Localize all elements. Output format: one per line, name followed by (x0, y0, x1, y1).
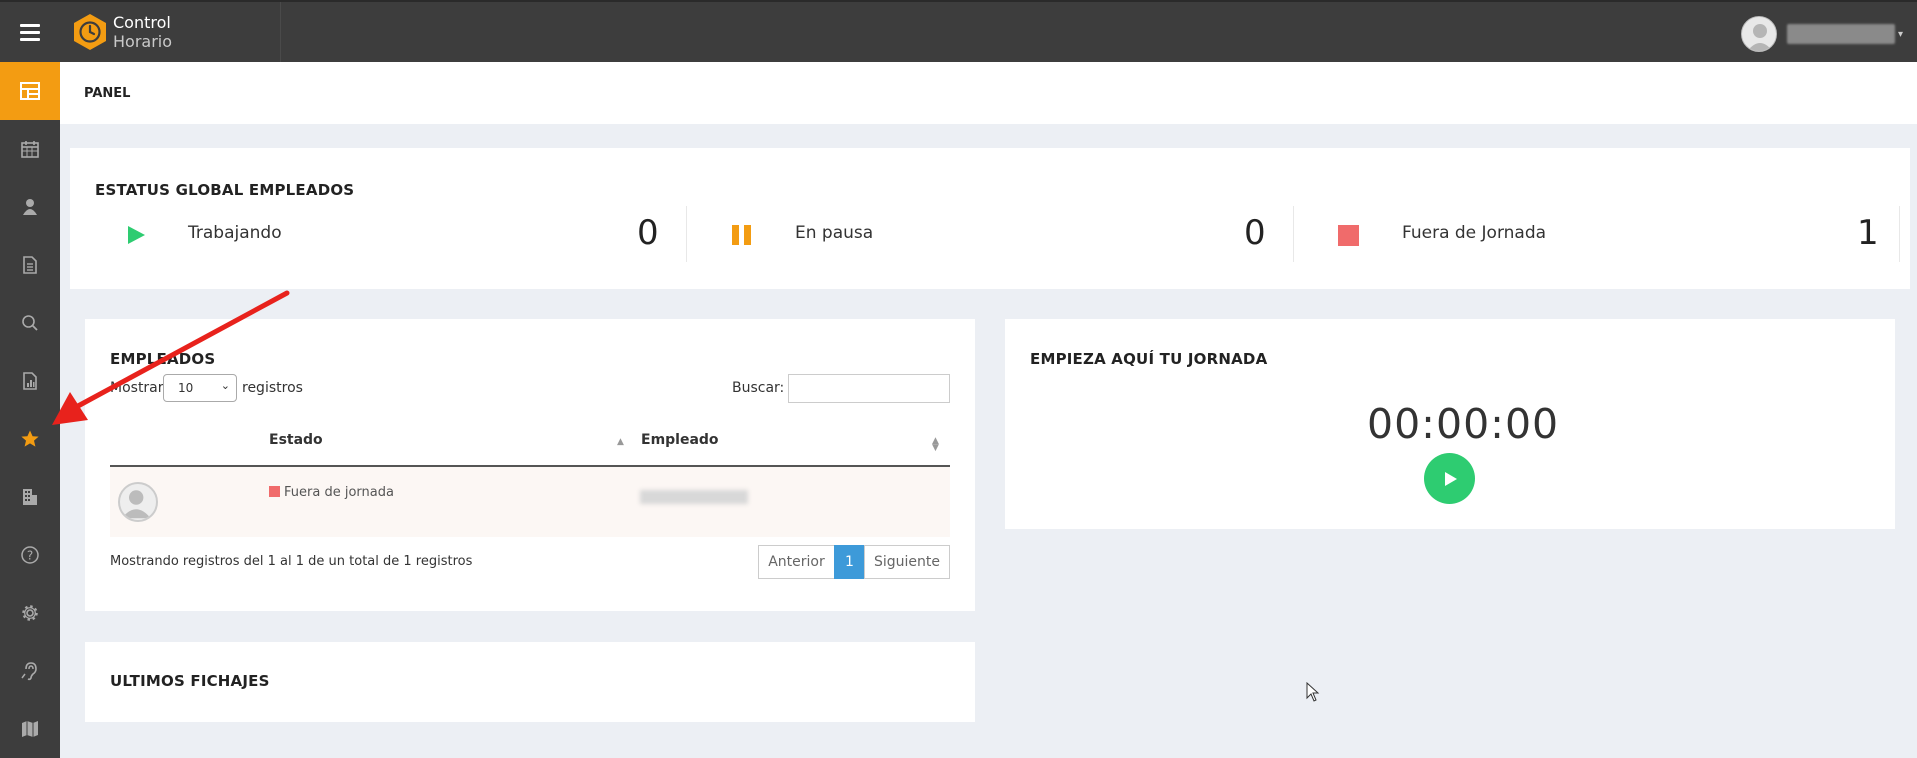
sort-both-icon[interactable]: ▲ ▼ (932, 437, 939, 453)
sidebar-item-search[interactable] (0, 294, 60, 352)
report-icon (23, 372, 37, 390)
status-count-working: 0 (637, 213, 659, 253)
show-label: Mostrar (110, 380, 164, 396)
employee-name-blurred (640, 490, 748, 504)
sidebar-item-company[interactable] (0, 468, 60, 526)
app-logo[interactable]: Control Horario (72, 13, 172, 51)
row-status-label: Fuera de jornada (284, 485, 394, 500)
mouse-cursor-icon (1306, 682, 1320, 702)
hearing-icon (21, 662, 37, 681)
search-label: Buscar: (732, 380, 785, 396)
start-shift-button[interactable] (1424, 453, 1475, 504)
status-label-paused: En pausa (795, 223, 874, 243)
document-icon (23, 256, 37, 274)
stop-icon (1338, 225, 1359, 246)
chevron-down-icon: ⌄ (220, 379, 230, 392)
calendar-icon (21, 141, 39, 158)
topbar-divider (280, 2, 281, 62)
last-clockings-title: ULTIMOS FICHAJES (110, 672, 270, 690)
chevron-down-icon: ▾ (1897, 28, 1903, 40)
status-label-working: Trabajando (188, 223, 282, 243)
pause-icon (732, 225, 751, 245)
pagination-page-1[interactable]: 1 (834, 545, 865, 579)
search-icon (22, 315, 38, 331)
gear-icon (22, 605, 38, 621)
start-shift-title: EMPIEZA AQUÍ TU JORNADA (1030, 350, 1268, 368)
sidebar-item-reports[interactable] (0, 352, 60, 410)
status-divider (1293, 206, 1294, 262)
sidebar-item-accessibility[interactable] (0, 642, 60, 700)
user-icon (23, 199, 37, 215)
status-count-paused: 0 (1244, 213, 1266, 253)
app-name-line2: Horario (113, 32, 173, 51)
map-icon (22, 721, 38, 737)
sidebar: ? (0, 62, 60, 758)
shift-timer: 00:00:00 (1367, 400, 1560, 448)
page-title: PANEL (84, 86, 131, 101)
svg-text:?: ? (27, 549, 33, 563)
pagination-next-button[interactable]: Siguiente (864, 545, 950, 579)
table-row (110, 467, 950, 537)
status-off-chip (269, 486, 280, 497)
sidebar-item-help[interactable]: ? (0, 526, 60, 584)
play-icon (1444, 471, 1457, 486)
column-header-estado[interactable]: Estado (269, 432, 323, 448)
column-header-empleado[interactable]: Empleado (641, 432, 719, 448)
page-size-select[interactable]: 10 ⌄ (163, 374, 237, 402)
building-icon (23, 489, 37, 505)
sidebar-item-favorites[interactable] (0, 410, 60, 468)
sidebar-item-settings[interactable] (0, 584, 60, 642)
page-size-value: 10 (178, 381, 194, 395)
sidebar-item-map[interactable] (0, 700, 60, 758)
sidebar-item-calendar[interactable] (0, 120, 60, 178)
user-menu[interactable]: ▾ (1740, 16, 1903, 52)
top-navbar: Control Horario ▾ (0, 0, 1917, 62)
pagination-prev-button[interactable]: Anterior (758, 545, 835, 579)
help-icon: ? (21, 546, 39, 564)
hamburger-icon[interactable] (0, 2, 60, 62)
clock-logo-icon (74, 14, 106, 50)
employee-avatar-icon (118, 482, 158, 522)
records-label: registros (242, 380, 303, 396)
sort-asc-icon[interactable]: ▲ (617, 437, 624, 447)
sidebar-item-users[interactable] (0, 178, 60, 236)
search-input[interactable] (788, 374, 950, 403)
dashboard-icon (20, 82, 40, 100)
user-avatar-icon (1740, 16, 1777, 52)
employees-title: EMPLEADOS (110, 350, 216, 368)
user-name-blurred (1786, 24, 1895, 44)
status-global-card (70, 148, 1910, 289)
sidebar-item-documents[interactable] (0, 236, 60, 294)
status-divider (686, 206, 687, 262)
table-info: Mostrando registros del 1 al 1 de un tot… (110, 554, 473, 569)
status-label-off: Fuera de Jornada (1402, 223, 1547, 243)
status-global-title: ESTATUS GLOBAL EMPLEADOS (95, 181, 355, 199)
app-name-line1: Control (113, 13, 171, 32)
star-icon (21, 430, 39, 447)
page-header: PANEL (60, 62, 1917, 124)
play-icon (128, 226, 145, 244)
status-divider (1899, 206, 1900, 262)
sidebar-item-dashboard[interactable] (0, 62, 60, 120)
status-count-off: 1 (1857, 213, 1879, 253)
